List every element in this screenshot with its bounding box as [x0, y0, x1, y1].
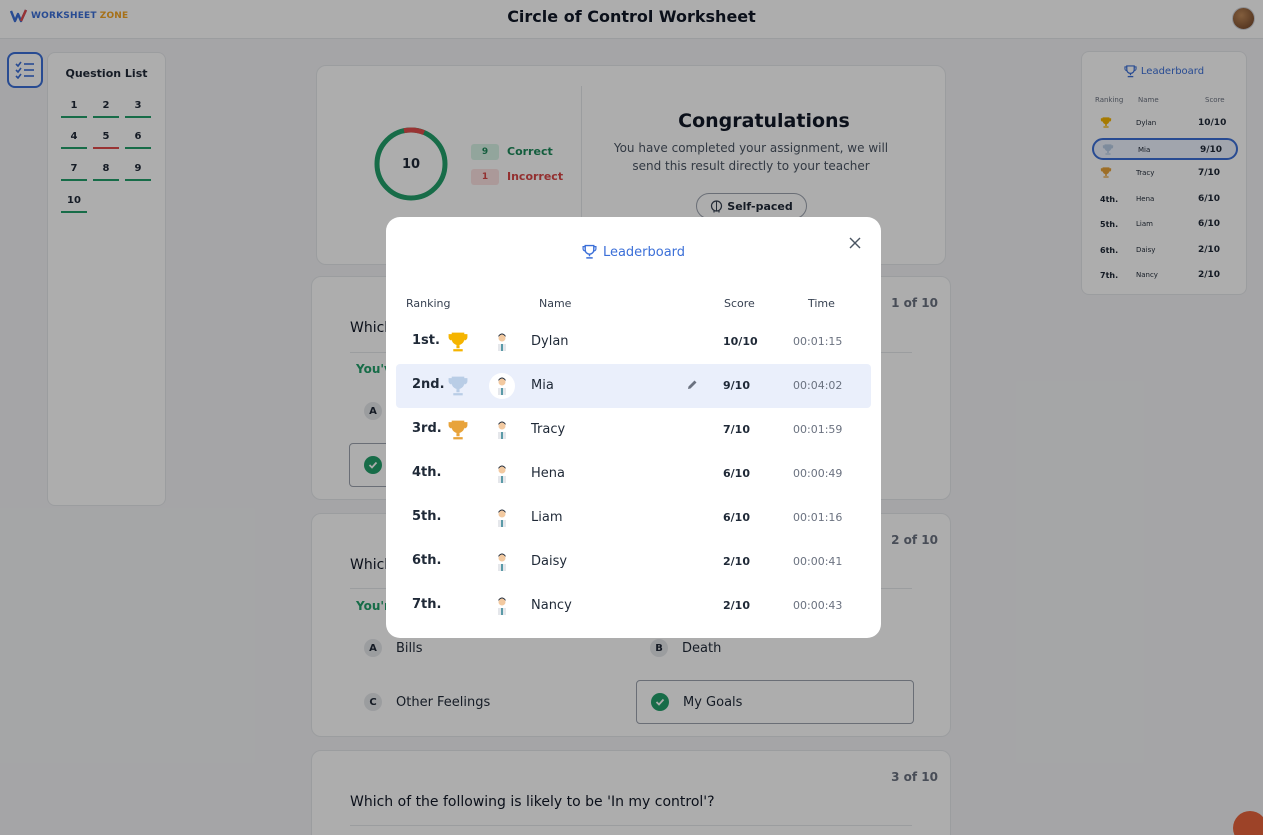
- row-score: 2/10: [723, 599, 750, 612]
- row-time: 00:01:16: [793, 511, 843, 524]
- row-time: 00:04:02: [793, 379, 843, 392]
- row-time: 00:00:49: [793, 467, 843, 480]
- row-name: Mia: [531, 378, 554, 393]
- avatar: [489, 461, 515, 487]
- row-name: Daisy: [531, 554, 568, 569]
- row-name: Hena: [531, 466, 565, 481]
- header-score: Score: [724, 297, 755, 310]
- row-time: 00:00:43: [793, 599, 843, 612]
- avatar: [489, 593, 515, 619]
- modal-title-text: Leaderboard: [602, 244, 686, 260]
- row-rank: 2nd.: [412, 377, 445, 392]
- row-name: Liam: [531, 510, 563, 525]
- header-ranking: Ranking: [406, 297, 451, 310]
- row-score: 9/10: [723, 379, 750, 392]
- leaderboard-row: 7th. Nancy 2/10 00:00:43: [396, 584, 871, 628]
- leaderboard-modal: Leaderboard Ranking Name Score Time 1st.…: [386, 217, 881, 638]
- modal-title: Leaderboard: [386, 244, 881, 260]
- row-score: 6/10: [723, 467, 750, 480]
- avatar: [489, 417, 515, 443]
- gold-trophy-icon: [448, 332, 468, 352]
- row-time: 00:01:59: [793, 423, 843, 436]
- trophy-icon: [582, 244, 597, 259]
- row-time: 00:00:41: [793, 555, 843, 568]
- leaderboard-row: 6th. Daisy 2/10 00:00:41: [396, 540, 871, 584]
- row-rank: 6th.: [412, 553, 442, 568]
- row-score: 2/10: [723, 555, 750, 568]
- row-rank: 7th.: [412, 597, 442, 612]
- row-name: Tracy: [531, 422, 566, 437]
- row-score: 10/10: [723, 335, 758, 348]
- silver-trophy-icon: [448, 376, 468, 396]
- bronze-trophy-icon: [448, 420, 468, 440]
- row-rank: 4th.: [412, 465, 442, 480]
- row-rank: 3rd.: [412, 421, 442, 436]
- leaderboard-row: 4th. Hena 6/10 00:00:49: [396, 452, 871, 496]
- row-rank: 5th.: [412, 509, 442, 524]
- leaderboard-row: 3rd. Tracy 7/10 00:01:59: [396, 408, 871, 452]
- header-name: Name: [539, 297, 572, 310]
- leaderboard-row: 1st. Dylan 10/10 00:01:15: [396, 320, 871, 364]
- pencil-edit-icon[interactable]: [686, 379, 698, 391]
- leaderboard-row: 5th. Liam 6/10 00:01:16: [396, 496, 871, 540]
- avatar: [489, 505, 515, 531]
- row-rank: 1st.: [412, 333, 440, 348]
- avatar: [489, 329, 515, 355]
- header-time: Time: [808, 297, 835, 310]
- row-name: Nancy: [531, 598, 572, 613]
- row-score: 6/10: [723, 511, 750, 524]
- row-time: 00:01:15: [793, 335, 843, 348]
- leaderboard-row-current-user: 2nd. Mia 9/10 00:04:02: [396, 364, 871, 408]
- close-icon[interactable]: [848, 236, 862, 250]
- avatar: [489, 373, 515, 399]
- avatar: [489, 549, 515, 575]
- row-score: 7/10: [723, 423, 750, 436]
- row-name: Dylan: [531, 334, 569, 349]
